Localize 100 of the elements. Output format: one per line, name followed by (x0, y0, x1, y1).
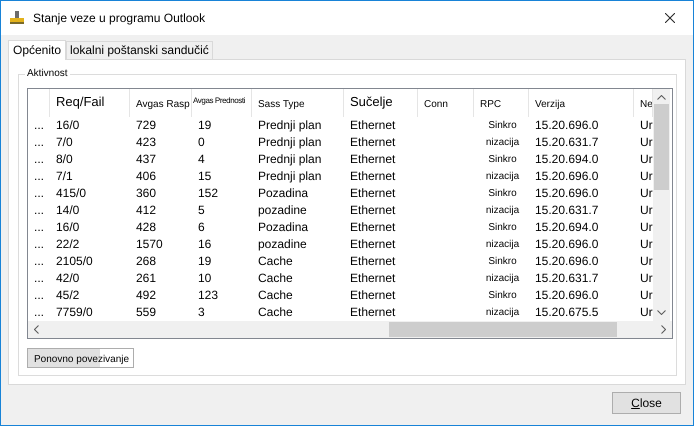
table-cell: Ethernet (350, 169, 396, 183)
table-cell: Cache (258, 305, 293, 319)
table-cell: ... (34, 254, 44, 268)
table-cell: Ethernet (350, 135, 396, 149)
table-cell: Ur (640, 237, 653, 251)
table-cell: Ur (640, 152, 653, 166)
table-cell: nizacija (486, 273, 520, 284)
table-cell: 15 (198, 169, 212, 183)
column-header[interactable]: Req/Fail (56, 94, 104, 109)
table-cell: Sinkro (488, 120, 517, 131)
table-cell: Prednji plan (258, 118, 322, 132)
table-cell: 15.20.696.0 (535, 186, 598, 200)
app-icon (9, 11, 25, 25)
table-cell: Ethernet (350, 203, 396, 217)
table-cell: 15.20.694.0 (535, 152, 598, 166)
table-cell: ... (34, 220, 44, 234)
table-cell: 406 (136, 169, 156, 183)
table-cell: Ethernet (350, 305, 396, 319)
table-cell: Cache (258, 271, 293, 285)
table-cell: 437 (136, 152, 156, 166)
table-cell: Sinkro (488, 222, 517, 233)
table-cell: Ethernet (350, 118, 396, 132)
table-cell: 428 (136, 220, 156, 234)
table-cell: ... (34, 288, 44, 302)
horizontal-scrollbar[interactable] (28, 321, 672, 338)
table-cell: 7/1 (56, 169, 73, 183)
table-cell: nizacija (486, 239, 520, 250)
table-cell: 415/0 (56, 186, 86, 200)
table-cell: Ethernet (350, 152, 396, 166)
table-cell: 15.20.696.0 (535, 254, 598, 268)
table-cell: Ur (640, 169, 653, 183)
table-cell: Ur (640, 288, 653, 302)
table-cell: Sinkro (488, 188, 517, 199)
table-cell: 15.20.696.0 (535, 118, 598, 132)
table-cell: 360 (136, 186, 156, 200)
tab[interactable]: Općenito (8, 40, 66, 60)
column-header[interactable]: Conn (424, 99, 448, 110)
column-header[interactable]: Avgas Rasp (136, 99, 190, 110)
reconnect-button[interactable]: Ponovno povezivanje (27, 348, 134, 368)
table-cell: Ethernet (350, 220, 396, 234)
table-cell: Pozadina (258, 220, 308, 234)
close-icon[interactable] (665, 13, 675, 23)
table-cell: Ethernet (350, 186, 396, 200)
table-cell: 412 (136, 203, 156, 217)
scroll-right-icon[interactable] (661, 325, 666, 334)
column-header[interactable]: Ne (640, 99, 652, 110)
table-cell: 14/0 (56, 203, 80, 217)
table-cell: Ethernet (350, 254, 396, 268)
table-cell: Ur (640, 118, 653, 132)
table-cell: ... (34, 237, 44, 251)
column-header[interactable]: Sučelje (350, 94, 393, 109)
table-cell: ... (34, 118, 44, 132)
table-cell: 3 (198, 305, 205, 319)
scroll-left-icon[interactable] (34, 325, 39, 334)
table-cell: 16 (198, 237, 212, 251)
table-cell: 423 (136, 135, 156, 149)
table-cell: Ur (640, 186, 653, 200)
table-cell: 45/2 (56, 288, 80, 302)
table-cell: Prednji plan (258, 135, 322, 149)
close-button[interactable]: Close (612, 392, 681, 414)
scrollbar-thumb[interactable] (654, 104, 669, 190)
column-header[interactable]: Verzija (535, 99, 566, 110)
table-cell: 8/0 (56, 152, 73, 166)
table-cell: Ur (640, 220, 653, 234)
tab[interactable]: lokalni poštanski sandučić (66, 41, 213, 59)
table-cell: 15.20.694.0 (535, 220, 598, 234)
table-cell: Ethernet (350, 237, 396, 251)
table-cell: 1570 (136, 237, 163, 251)
scrollbar-thumb[interactable] (389, 322, 617, 337)
table-cell: ... (34, 135, 44, 149)
table-cell: 2105/0 (56, 254, 93, 268)
table-cell: Cache (258, 288, 293, 302)
table-cell: Sinkro (488, 290, 517, 301)
table-cell: 268 (136, 254, 156, 268)
scroll-down-icon[interactable] (657, 310, 666, 315)
table-cell: ... (34, 169, 44, 183)
scroll-up-icon[interactable] (657, 95, 666, 100)
table-cell: 492 (136, 288, 156, 302)
vertical-scrollbar[interactable] (653, 89, 670, 321)
table-cell: Ethernet (350, 271, 396, 285)
column-header[interactable]: Sass Type (258, 99, 305, 110)
table-cell: 559 (136, 305, 156, 319)
table-cell: 6 (198, 220, 205, 234)
table-cell: nizacija (486, 307, 520, 318)
window-title: Stanje veze u programu Outlook (33, 11, 206, 25)
table-cell: Ur (640, 254, 653, 268)
table-cell: 4 (198, 152, 205, 166)
table-cell: Ur (640, 305, 653, 319)
table-cell: 10 (198, 271, 212, 285)
table-cell: ... (34, 152, 44, 166)
table-cell: 15.20.631.7 (535, 135, 598, 149)
column-header[interactable]: Avgas Prednosti (193, 96, 246, 105)
column-header[interactable]: RPC (480, 99, 502, 110)
table-cell: ... (34, 305, 44, 319)
table-cell: ... (34, 186, 44, 200)
table-cell: Prednji plan (258, 152, 322, 166)
table-cell: nizacija (486, 205, 520, 216)
table-cell: 16/0 (56, 118, 80, 132)
table-cell: 152 (198, 186, 218, 200)
table-cell: Sinkro (488, 256, 517, 267)
